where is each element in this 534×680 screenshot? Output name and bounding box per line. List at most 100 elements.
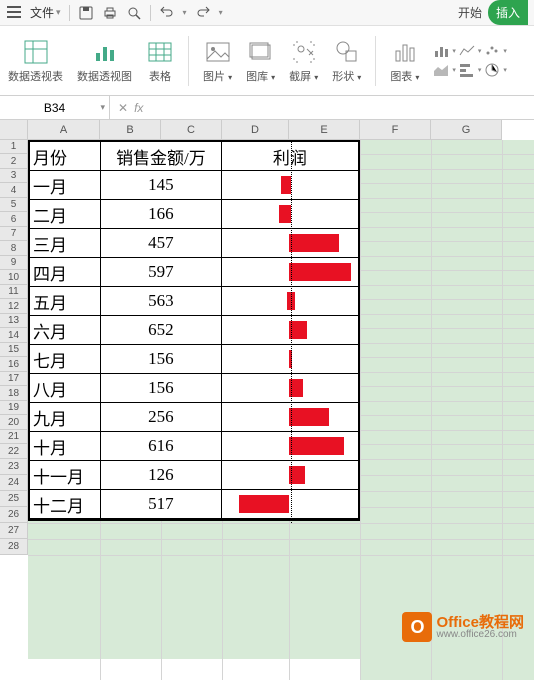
app-menu-icon[interactable] <box>6 5 22 21</box>
shapes-button[interactable]: 形状 ▾ <box>332 38 361 84</box>
row-header[interactable]: 10 <box>0 270 28 285</box>
row-header[interactable]: 4 <box>0 183 28 198</box>
row-header[interactable]: 27 <box>0 523 28 539</box>
name-box[interactable]: B34 ▾ <box>0 96 110 119</box>
row-header[interactable]: 28 <box>0 539 28 555</box>
col-header[interactable]: E <box>289 120 360 140</box>
gallery-button[interactable]: 图库 ▾ <box>246 38 275 84</box>
row-header[interactable]: 24 <box>0 475 28 491</box>
file-menu[interactable]: 文件 ▾ <box>30 4 61 21</box>
col-header[interactable]: F <box>360 120 431 140</box>
table-button[interactable]: 表格 <box>146 38 174 84</box>
watermark-icon: O <box>402 612 432 642</box>
row-header[interactable]: 12 <box>0 299 28 314</box>
profit-bar <box>279 205 291 223</box>
cell-profit <box>222 403 358 431</box>
tab-insert[interactable]: 插入 <box>488 0 528 25</box>
print-icon[interactable] <box>102 5 118 21</box>
row-header[interactable]: 2 <box>0 154 28 169</box>
row-header[interactable]: 1 <box>0 140 28 154</box>
row-header[interactable]: 14 <box>0 328 28 343</box>
row-header[interactable]: 3 <box>0 169 28 183</box>
row-header[interactable]: 13 <box>0 314 28 328</box>
chevron-down-icon[interactable]: ▾ <box>503 47 507 55</box>
col-header[interactable]: B <box>100 120 161 140</box>
chevron-down-icon: ▾ <box>56 7 61 18</box>
tab-start[interactable]: 开始 <box>458 4 482 21</box>
cell-amount: 616 <box>101 432 222 460</box>
select-all-corner[interactable] <box>0 120 28 140</box>
fx-icon[interactable]: fx <box>134 101 143 115</box>
column-chart-icon[interactable] <box>459 62 475 78</box>
col-header[interactable]: A <box>28 120 100 140</box>
chevron-down-icon[interactable]: ▾ <box>183 8 187 17</box>
row-header[interactable]: 7 <box>0 227 28 241</box>
row-header[interactable]: 25 <box>0 491 28 507</box>
watermark: O Office教程网 www.office26.com <box>402 612 524 642</box>
row-header[interactable]: 23 <box>0 459 28 475</box>
cell-amount: 457 <box>101 229 222 257</box>
profit-bar <box>289 408 329 426</box>
cell-profit <box>222 374 358 402</box>
spreadsheet-grid[interactable]: ABCDEFG 12345678910111213141516171819202… <box>0 120 534 660</box>
formula-input[interactable] <box>151 96 534 119</box>
pivot-chart-button[interactable]: 数据透视图 <box>77 38 132 84</box>
col-header[interactable]: C <box>161 120 222 140</box>
pivot-table-button[interactable]: 数据透视表 <box>8 38 63 84</box>
row-header[interactable]: 5 <box>0 198 28 212</box>
scatter-chart-icon[interactable] <box>484 43 500 59</box>
watermark-brand: Office教程网 <box>436 615 524 630</box>
chevron-down-icon[interactable]: ▾ <box>478 66 482 74</box>
row-header[interactable]: 9 <box>0 256 28 270</box>
cell-profit <box>222 316 358 344</box>
col-header[interactable]: D <box>222 120 289 140</box>
bar-chart-icon[interactable] <box>433 43 449 59</box>
profit-bar <box>287 292 295 310</box>
cell-profit <box>222 287 358 315</box>
row-header[interactable]: 18 <box>0 386 28 401</box>
chevron-down-icon[interactable]: ▾ <box>100 102 105 113</box>
cell-profit <box>222 200 358 228</box>
row-header[interactable]: 26 <box>0 507 28 523</box>
screenshot-button[interactable]: 截屏 ▾ <box>289 38 318 84</box>
save-icon[interactable] <box>78 5 94 21</box>
cell-amount: 517 <box>101 490 222 518</box>
row-header[interactable]: 22 <box>0 444 28 459</box>
area-chart-icon[interactable] <box>433 62 449 78</box>
picture-button[interactable]: 图片 ▾ <box>203 38 232 84</box>
chevron-down-icon[interactable]: ▾ <box>452 66 456 74</box>
row-header[interactable]: 17 <box>0 372 28 386</box>
profit-bar <box>289 379 303 397</box>
undo-icon[interactable] <box>159 5 175 21</box>
cell-profit <box>222 461 358 489</box>
cell-amount: 597 <box>101 258 222 286</box>
screenshot-icon <box>290 38 318 66</box>
row-header[interactable]: 16 <box>0 357 28 372</box>
cell-profit <box>222 258 358 286</box>
chart-button[interactable]: 图表 ▾ <box>390 38 419 84</box>
cell-amount: 652 <box>101 316 222 344</box>
row-header[interactable]: 20 <box>0 415 28 430</box>
chevron-down-icon[interactable]: ▾ <box>219 8 223 17</box>
cell-month: 十二月 <box>30 490 101 518</box>
more-charts-icon[interactable] <box>484 62 500 78</box>
redo-icon[interactable] <box>195 5 211 21</box>
cancel-icon[interactable]: ✕ <box>118 101 128 115</box>
separator <box>69 5 70 21</box>
profit-bar <box>281 176 291 194</box>
print-preview-icon[interactable] <box>126 5 142 21</box>
row-header[interactable]: 6 <box>0 212 28 227</box>
cell-month: 四月 <box>30 258 101 286</box>
chevron-down-icon[interactable]: ▾ <box>503 66 507 74</box>
chevron-down-icon[interactable]: ▾ <box>452 47 456 55</box>
row-header[interactable]: 19 <box>0 401 28 415</box>
profit-bar <box>289 350 292 368</box>
shapes-label: 形状 ▾ <box>332 68 361 84</box>
row-header[interactable]: 11 <box>0 285 28 299</box>
row-header[interactable]: 21 <box>0 430 28 444</box>
col-header[interactable]: G <box>431 120 502 140</box>
line-chart-icon[interactable] <box>459 43 475 59</box>
row-header[interactable]: 15 <box>0 343 28 357</box>
row-header[interactable]: 8 <box>0 241 28 256</box>
chevron-down-icon[interactable]: ▾ <box>478 47 482 55</box>
